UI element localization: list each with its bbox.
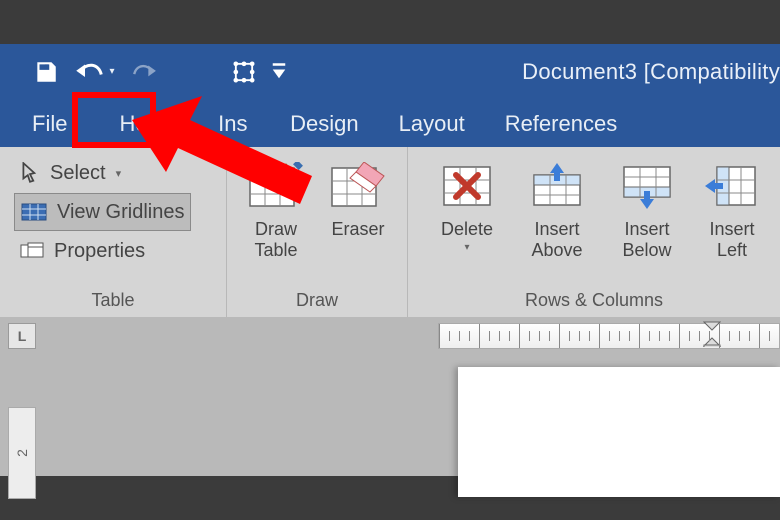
group-label-draw: Draw <box>227 286 407 317</box>
insert-above-button[interactable]: Insert Above <box>512 153 602 260</box>
title-bar: ▾ Document3 [Compatibility <box>0 44 780 99</box>
tab-file[interactable]: File <box>0 111 99 147</box>
cursor-icon <box>20 162 40 184</box>
quick-access-toolbar: ▾ <box>0 44 294 99</box>
insert-left-button[interactable]: Insert Left <box>692 153 772 260</box>
ribbon: Select ▾ View Gridlines Properties Table <box>0 147 780 318</box>
tab-home[interactable]: Home <box>99 111 198 147</box>
dropdown-caret-icon: ▾ <box>109 66 114 77</box>
tab-design[interactable]: Design <box>270 111 378 147</box>
redo-icon <box>131 60 157 84</box>
view-gridlines-button[interactable]: View Gridlines <box>14 193 191 231</box>
tab-insert[interactable]: Ins <box>198 111 270 147</box>
insert-above-icon <box>530 163 584 209</box>
eraser-icon <box>330 162 386 210</box>
group-table: Select ▾ View Gridlines Properties Table <box>0 147 227 317</box>
draw-table-button[interactable]: Draw Table <box>235 153 317 260</box>
select-button[interactable]: Select ▾ <box>14 155 127 191</box>
save-icon <box>33 59 59 85</box>
document-title: Document3 [Compatibility <box>522 44 780 99</box>
object-select-icon <box>230 58 258 86</box>
save-button[interactable] <box>26 51 66 93</box>
word-window: ▾ Document3 [Compatibility File Home Ins… <box>0 44 780 476</box>
gridlines-icon <box>21 202 47 222</box>
ruler-tab-selector[interactable]: L <box>8 323 36 349</box>
group-label-rows-columns: Rows & Columns <box>408 286 780 317</box>
delete-button[interactable]: Delete ▾ <box>422 153 512 253</box>
insert-below-label: Insert Below <box>604 219 690 260</box>
gridlines-label: View Gridlines <box>57 201 184 224</box>
insert-left-label: Insert Left <box>694 219 770 260</box>
undo-icon <box>75 59 105 85</box>
insert-below-button[interactable]: Insert Below <box>602 153 692 260</box>
insert-below-icon <box>620 163 674 209</box>
vertical-ruler-label: 2 <box>14 449 30 457</box>
eraser-label: Eraser <box>331 219 384 240</box>
document-area: L 2 <box>0 317 780 476</box>
undo-button[interactable]: ▾ <box>66 51 124 93</box>
select-label: Select <box>50 162 106 185</box>
vertical-ruler[interactable]: 2 <box>8 407 36 499</box>
properties-icon <box>20 241 44 261</box>
properties-button[interactable]: Properties <box>14 233 151 269</box>
insert-above-label: Insert Above <box>514 219 600 260</box>
insert-left-icon <box>705 163 759 209</box>
tab-references[interactable]: References <box>485 111 638 147</box>
touch-mode-button[interactable] <box>224 51 264 93</box>
draw-table-icon <box>248 162 304 210</box>
document-page[interactable] <box>458 367 780 497</box>
horizontal-ruler[interactable] <box>438 323 780 349</box>
properties-label: Properties <box>54 240 145 263</box>
customize-qat-button[interactable] <box>264 51 294 93</box>
group-draw: Draw Table Eraser Draw <box>227 147 408 317</box>
eraser-button[interactable]: Eraser <box>317 153 399 240</box>
ribbon-tabs: File Home Ins Design Layout References <box>0 99 780 147</box>
redo-button[interactable] <box>124 51 164 93</box>
dropdown-caret-icon: ▾ <box>464 242 469 254</box>
dropdown-caret-icon: ▾ <box>116 167 122 180</box>
group-label-table: Table <box>0 286 226 317</box>
tab-layout[interactable]: Layout <box>379 111 485 147</box>
customize-icon <box>271 62 287 82</box>
delete-label: Delete <box>441 219 493 240</box>
group-rows-columns: Delete ▾ Insert Above Insert Below <box>408 147 780 317</box>
draw-table-label: Draw Table <box>237 219 315 260</box>
delete-icon <box>440 163 494 209</box>
